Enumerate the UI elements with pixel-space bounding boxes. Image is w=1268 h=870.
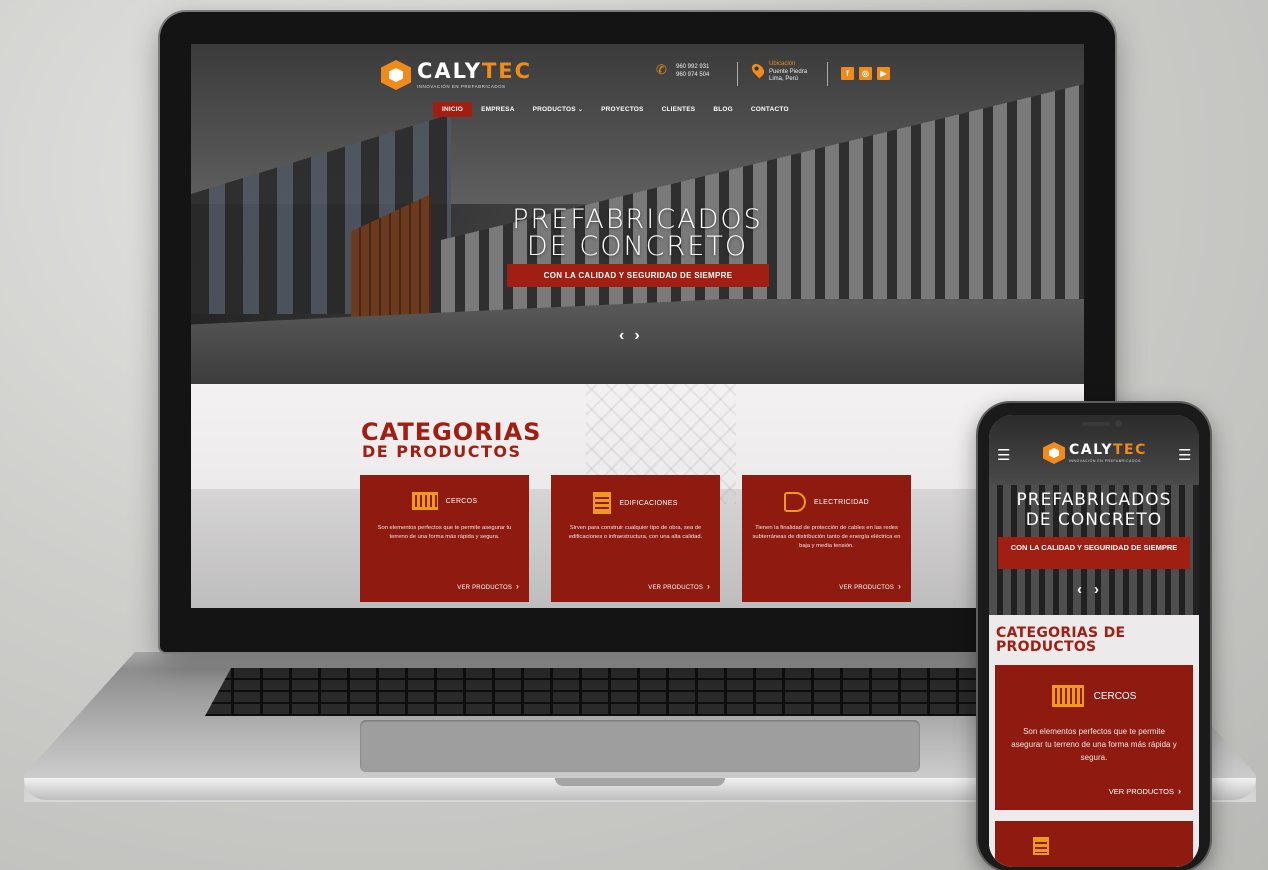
instagram-icon[interactable]: ◎ (859, 67, 872, 80)
location-pin-icon (749, 61, 767, 79)
chevron-left-icon[interactable]: ‹ (1077, 581, 1082, 598)
ver-productos-link[interactable]: VER PRODUCTOS › (457, 582, 519, 591)
nav-item-label: PRODUCTOS (532, 106, 576, 113)
link-label: VER PRODUCTOS (1108, 787, 1174, 796)
brand-name-1: CALY (417, 59, 482, 83)
laptop-keyboard-rows (205, 668, 1075, 716)
laptop-notch (555, 778, 725, 786)
hero-title-line-2: DE CONCRETO (526, 231, 749, 262)
hamburger-menu-icon[interactable]: ☰ (997, 448, 1010, 463)
category-card-electricidad[interactable]: ELECTRICIDAD Tienen la finalidad de prot… (742, 475, 911, 602)
card-description: Son elementos perfectos que te permite a… (1011, 727, 1177, 762)
phone-screen: ☰ CALYTEC INNOVACIÓN EN PREFABRICADOS ☰ … (989, 415, 1199, 867)
mobile-hero: ☰ CALYTEC INNOVACIÓN EN PREFABRICADOS ☰ … (989, 415, 1199, 615)
categories-subtitle: DE PRODUCTOS (362, 442, 522, 461)
location-line-2: Lima, Perú (769, 76, 799, 82)
phone-contact[interactable]: ✆ 960 992 931 960 974 504 (656, 63, 709, 79)
phone-camera (1115, 420, 1122, 427)
logo-mark-icon (1043, 442, 1065, 464)
chevron-right-icon: › (898, 582, 901, 591)
phone-speaker (1082, 422, 1110, 426)
card-title: EDIFICACIONES (619, 499, 678, 507)
phone-number-2[interactable]: 960 974 504 (676, 71, 709, 79)
youtube-icon[interactable]: ▶ (877, 67, 890, 80)
nav-item-inicio[interactable]: INICIO (433, 102, 473, 117)
nav-item-empresa[interactable]: EMPRESA (472, 102, 524, 117)
header-divider (827, 62, 828, 86)
categories-title: CATEGORIAS (361, 418, 542, 446)
brand-name-1: CALY (1069, 442, 1113, 458)
fence-icon (1051, 685, 1084, 707)
chevron-down-icon: ⌄ (577, 107, 584, 113)
facebook-icon[interactable]: f (841, 67, 854, 80)
nav-item-contacto[interactable]: CONTACTO (742, 102, 798, 117)
nav-item-blog[interactable]: BLOG (704, 102, 742, 117)
ver-productos-link[interactable]: VER PRODUCTOS › (648, 582, 710, 591)
logo-mark-icon (381, 60, 411, 90)
building-icon (1033, 837, 1049, 855)
slider-controls: ‹ › (619, 328, 640, 344)
location-contact: Ubicación Puente Piedra Lima, Perú (749, 61, 808, 84)
link-label: VER PRODUCTOS (648, 585, 704, 591)
brand-tagline: INNOVACIÓN EN PREFABRICADOS (417, 84, 506, 89)
main-nav: INICIO EMPRESA PRODUCTOS ⌄ PROYECTOS CLIE… (433, 102, 798, 117)
category-cards: CERCOS Son elementos perfectos que te pe… (360, 475, 911, 602)
categories-section: CATEGORIAS DE PRODUCTOS CERCOS Son eleme… (191, 384, 1084, 608)
mobile-category-card-cercos[interactable]: CERCOS Son elementos perfectos que te pe… (995, 665, 1193, 810)
fence-icon (411, 492, 438, 510)
location-label: Ubicación (769, 61, 796, 67)
brand-logo[interactable]: CALYTEC INNOVACIÓN EN PREFABRICADOS (381, 60, 532, 90)
card-title: ELECTRICIDAD (814, 498, 869, 506)
phone-number-1[interactable]: 960 992 931 (676, 63, 709, 71)
mobile-categories-title: CATEGORIAS DE PRODUCTOS (996, 625, 1126, 655)
hero-section: CALYTEC INNOVACIÓN EN PREFABRICADOS ✆ 96… (191, 44, 1084, 384)
mobile-slider-controls: ‹ › (1077, 581, 1099, 598)
laptop-screen: CALYTEC INNOVACIÓN EN PREFABRICADOS ✆ 96… (191, 44, 1084, 608)
site-header: CALYTEC INNOVACIÓN EN PREFABRICADOS ✆ 96… (191, 44, 1084, 124)
card-description: Sirven para construir cualquier tipo de … (568, 525, 703, 540)
brand-name-2: TEC (1113, 442, 1147, 458)
mobile-hero-cta: CON LA CALIDAD Y SEGURIDAD DE SIEMPRE (998, 537, 1190, 569)
hero-cta-banner: CON LA CALIDAD Y SEGURIDAD DE SIEMPRE (507, 264, 769, 287)
link-label: VER PRODUCTOS (839, 585, 895, 591)
chevron-right-icon: › (516, 582, 519, 591)
chevron-right-icon[interactable]: › (1094, 581, 1099, 598)
card-description: Tienen la finalidad de protección de cab… (752, 525, 901, 549)
nav-item-clientes[interactable]: CLIENTES (653, 102, 705, 117)
building-icon (593, 492, 612, 514)
mobile-categories-section: CATEGORIAS DE PRODUCTOS CERCOS Son eleme… (989, 615, 1199, 867)
card-title: CERCOS (445, 497, 478, 505)
location-line-1: Puente Piedra (769, 68, 808, 75)
mobile-category-card-next[interactable] (995, 821, 1193, 867)
chevron-right-icon[interactable]: › (634, 328, 639, 344)
brand-name-2: TEC (481, 59, 533, 83)
card-description: Son elementos perfectos que te permite a… (377, 525, 512, 540)
chevron-right-icon: › (707, 582, 710, 591)
card-title: CERCOS (1093, 690, 1137, 702)
hamburger-menu-icon[interactable]: ☰ (1178, 448, 1191, 463)
hero-title-line-1: PREFABRICADOS (512, 204, 763, 235)
category-card-edificaciones[interactable]: EDIFICACIONES Sirven para construir cual… (551, 475, 720, 602)
phone-icon: ✆ (656, 62, 667, 77)
mobile-hero-title-line-2: DE CONCRETO (1025, 510, 1163, 530)
link-label: VER PRODUCTOS (457, 585, 513, 591)
nav-item-proyectos[interactable]: PROYECTOS (592, 102, 653, 117)
ver-productos-link[interactable]: VER PRODUCTOS › (839, 582, 901, 591)
plug-icon (784, 492, 807, 512)
ver-productos-link[interactable]: VER PRODUCTOS › (1109, 786, 1181, 796)
chevron-right-icon: › (1178, 786, 1181, 796)
category-card-cercos[interactable]: CERCOS Son elementos perfectos que te pe… (360, 475, 529, 602)
chevron-left-icon[interactable]: ‹ (619, 328, 624, 344)
mobile-brand-logo[interactable]: CALYTEC INNOVACIÓN EN PREFABRICADOS (1043, 442, 1147, 464)
nav-item-productos[interactable]: PRODUCTOS ⌄ (524, 102, 592, 117)
brand-tagline: INNOVACIÓN EN PREFABRICADOS (1069, 459, 1141, 463)
mobile-hero-title-line-1: PREFABRICADOS (1016, 490, 1172, 510)
laptop-trackpad (360, 720, 920, 772)
social-links: f ◎ ▶ (841, 67, 890, 80)
header-divider (737, 62, 738, 86)
